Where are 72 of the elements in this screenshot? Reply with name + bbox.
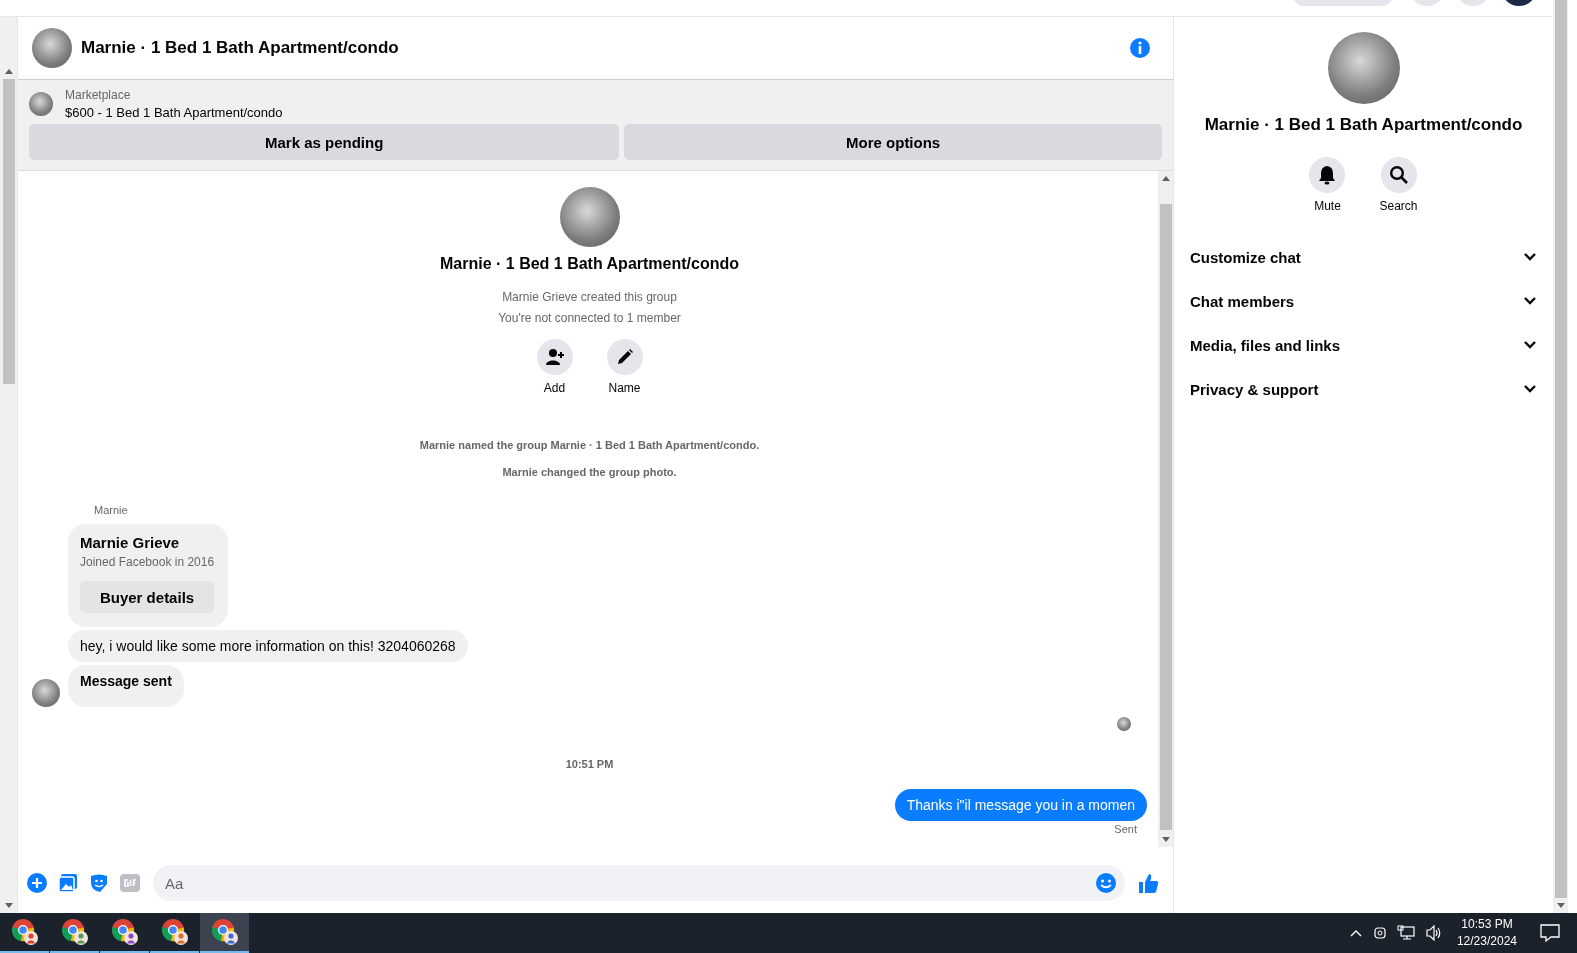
add-person-icon bbox=[544, 348, 565, 366]
group-info-text: Marnie Grieve created this group bbox=[502, 289, 677, 306]
scroll-up-arrow-icon[interactable] bbox=[1161, 176, 1170, 181]
chevron-up-icon[interactable] bbox=[1348, 928, 1363, 938]
scrollbar-thumb[interactable] bbox=[1554, 0, 1567, 898]
camera-icon[interactable] bbox=[1372, 924, 1387, 942]
conversation-title: Marnie · 1 Bed 1 Bath Apartment/condo bbox=[81, 38, 400, 58]
sender-avatar bbox=[32, 679, 60, 707]
mute-button[interactable] bbox=[1309, 157, 1346, 193]
listing-source: Marketplace bbox=[65, 88, 132, 102]
section-header[interactable]: Customize chat bbox=[1190, 235, 1537, 279]
chevron-down-icon bbox=[1523, 340, 1537, 350]
group-photo bbox=[32, 28, 72, 68]
group-info-text: You're not connected to 1 member bbox=[498, 310, 681, 327]
add-person-button[interactable] bbox=[536, 339, 573, 375]
pencil-icon bbox=[615, 348, 634, 366]
action-label: Name bbox=[608, 381, 641, 395]
timestamp: 10:51 PM bbox=[564, 758, 615, 770]
scroll-down-arrow-icon[interactable] bbox=[4, 903, 13, 908]
sender-name: Marnie bbox=[94, 504, 129, 516]
profile-detail: Joined Facebook in 2016 bbox=[80, 555, 215, 569]
notifications-icon[interactable] bbox=[1539, 922, 1561, 944]
image-icon[interactable] bbox=[58, 873, 78, 893]
browser-profile-icon bbox=[60, 918, 89, 946]
info-icon[interactable] bbox=[1129, 37, 1151, 59]
scroll-down-arrow-icon[interactable] bbox=[1556, 903, 1565, 908]
read-receipt-avatar bbox=[1117, 717, 1131, 731]
browser-profile-icon bbox=[160, 918, 189, 946]
group-event-text: Marnie named the group Marnie · 1 Bed 1 Bath Apartment/condo. bbox=[419, 439, 760, 451]
browser-profile-icon bbox=[10, 918, 39, 946]
section-header[interactable]: Privacy & support bbox=[1190, 367, 1537, 411]
buyer-details-button[interactable]: Buyer details bbox=[80, 581, 215, 613]
bell-icon bbox=[1318, 165, 1337, 185]
listing-photo bbox=[29, 92, 53, 116]
action-label: Search bbox=[1379, 199, 1418, 213]
scroll-up-arrow-icon[interactable] bbox=[4, 69, 13, 74]
message-bubble: Thanks i"il message you in a momen bbox=[894, 789, 1147, 821]
thumbs-up-icon[interactable] bbox=[1138, 872, 1160, 894]
listing-action-button[interactable]: More options bbox=[624, 124, 1162, 160]
clock-time: 10:53 PM bbox=[1460, 916, 1514, 933]
message-input[interactable]: Aa bbox=[153, 865, 1125, 901]
message-status: Sent bbox=[1113, 823, 1137, 835]
plus-icon[interactable] bbox=[27, 873, 47, 893]
browser-profile-icon bbox=[110, 918, 139, 946]
profile-name: Marnie Grieve bbox=[80, 534, 181, 551]
chevron-down-icon bbox=[1523, 384, 1537, 394]
action-label: Add bbox=[543, 381, 566, 395]
browser-profile-icon bbox=[210, 918, 239, 946]
sticker-icon[interactable] bbox=[89, 873, 109, 893]
speaker-icon[interactable] bbox=[1424, 925, 1443, 941]
emoji-icon[interactable] bbox=[1095, 872, 1117, 894]
scroll-down-arrow-icon[interactable] bbox=[1161, 837, 1170, 842]
search-icon bbox=[1388, 165, 1409, 185]
scrollbar-thumb[interactable] bbox=[1159, 204, 1172, 830]
rename-button[interactable] bbox=[606, 339, 643, 375]
clock-date: 12/23/2024 bbox=[1456, 933, 1517, 950]
group-event-text: Marnie changed the group photo. bbox=[502, 466, 677, 478]
message-bubble: hey, i would like some more information on this! 3204060268 bbox=[68, 630, 468, 662]
message-bubble: Message sent bbox=[68, 665, 184, 707]
taskbar-app[interactable] bbox=[200, 913, 249, 953]
listing-title: $600 - 1 Bed 1 Bath Apartment/condo bbox=[65, 105, 283, 120]
search-button[interactable] bbox=[1380, 157, 1417, 193]
action-label: Mute bbox=[1314, 199, 1341, 213]
section-header[interactable]: Chat members bbox=[1190, 279, 1537, 323]
scrollbar-thumb[interactable] bbox=[2, 79, 15, 384]
chevron-down-icon bbox=[1523, 252, 1537, 262]
group-title: Marnie · 1 Bed 1 Bath Apartment/condo bbox=[440, 255, 739, 273]
listing-action-button[interactable]: Mark as pending bbox=[29, 124, 620, 160]
section-header[interactable]: Media, files and links bbox=[1190, 323, 1537, 367]
chevron-down-icon bbox=[1523, 296, 1537, 306]
network-icon[interactable] bbox=[1396, 925, 1415, 941]
group-title: Marnie · 1 Bed 1 Bath Apartment/condo bbox=[1204, 115, 1523, 135]
